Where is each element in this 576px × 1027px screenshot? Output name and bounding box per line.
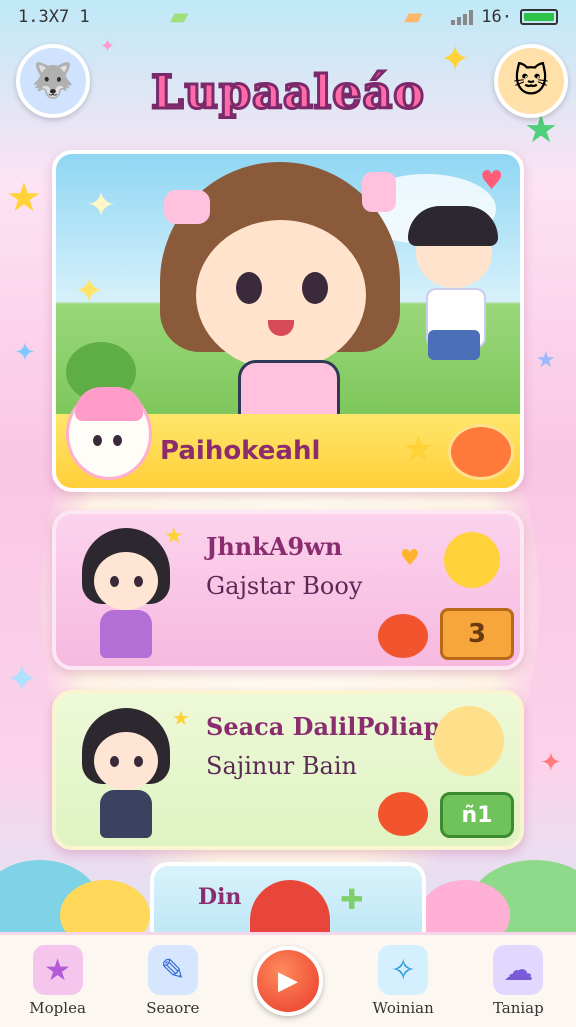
action-button[interactable]: ñ1: [440, 792, 514, 838]
star-creature-icon: ★: [32, 945, 83, 995]
star-icon: ★: [536, 348, 556, 373]
heart-icon[interactable]: ♥: [480, 168, 503, 194]
cat-ear: [362, 172, 396, 212]
quest-card[interactable]: ★ JhnkA9wn Gajstar Booy ♥ 3: [52, 510, 524, 670]
fruit-icon[interactable]: [448, 424, 514, 480]
sprout-icon: ✚: [340, 883, 364, 916]
heart-icon: ♥: [400, 546, 420, 571]
tomato-icon: [378, 792, 428, 836]
blonde-character: [434, 706, 504, 776]
tab-bar: ★ Moplea ✎ Seaore ▶ ✧ Woinian ☁ Taniap: [0, 932, 576, 1027]
game-title: Lupaaleáo: [150, 64, 426, 121]
tab-label: Taniap: [492, 999, 544, 1017]
scroll-icon: ✎: [147, 945, 198, 995]
cloud-creature-icon: ☁: [493, 945, 544, 995]
main-character: [196, 220, 366, 370]
hero-scene: ✦ ✦ ♥: [56, 154, 520, 428]
hero-label-bar: Paihokeahl ★: [56, 387, 520, 488]
card-character: [76, 528, 176, 658]
tab-label: Woinian: [372, 999, 434, 1017]
tab-seaore[interactable]: ✎ Seaore: [123, 945, 223, 1017]
sparkle-icon: ✦: [6, 657, 38, 701]
tab-taniap[interactable]: ☁ Taniap: [468, 945, 568, 1017]
tab-moplea[interactable]: ★ Moplea: [8, 945, 108, 1017]
tab-woinian[interactable]: ✧ Woinian: [353, 945, 453, 1017]
signal-icon: [451, 9, 474, 25]
status-bar: 1.3X7 1 16·: [0, 0, 576, 34]
star-icon: ★: [402, 429, 435, 470]
mushroom-house-icon: [250, 880, 330, 940]
sparkle-icon: ✦: [100, 36, 116, 57]
sparkle-icon: ★: [172, 706, 190, 730]
cupcake-mascot: [66, 387, 152, 480]
magic-wand-icon: ✧: [378, 945, 429, 995]
sparkle-icon: ★: [164, 524, 184, 549]
battery-icon: [520, 9, 558, 25]
card-character: [76, 708, 176, 838]
card-title: Seaca DalilPoliap: [206, 712, 441, 741]
card-title: JhnkA9wn: [206, 532, 343, 561]
level-badge: 3: [440, 608, 514, 660]
sparkle-icon: ✦: [540, 748, 562, 778]
tab-label: Seaore: [146, 999, 200, 1017]
tab-play[interactable]: ▶: [238, 946, 338, 1016]
sparkle-icon: ✦: [74, 271, 105, 312]
sparkle-icon: ✦: [86, 185, 117, 226]
sprout-mascot: [444, 532, 500, 588]
event-card[interactable]: ★ Seaca DalilPoliap Sajinur Bain ñ1: [52, 690, 524, 850]
sparkle-icon: ✦: [14, 338, 36, 368]
tab-label: Moplea: [29, 999, 86, 1017]
player-avatar[interactable]: 🐺: [16, 44, 90, 118]
hero-label: Paihokeahl: [160, 436, 321, 466]
peek-card[interactable]: Din ✚: [150, 862, 426, 940]
peek-label: Din: [198, 884, 242, 910]
play-icon: ▶: [252, 946, 323, 1016]
pet-avatar[interactable]: 🐱: [494, 44, 568, 118]
card-subtitle: Sajinur Bain: [206, 752, 357, 780]
network-icon: 16·: [481, 7, 512, 27]
hair-bow: [164, 190, 210, 224]
status-time: 1.3X7 1: [18, 7, 90, 27]
star-icon: ★: [6, 175, 42, 221]
tomato-icon: [378, 614, 428, 658]
card-subtitle: Gajstar Booy: [206, 572, 363, 600]
hero-card[interactable]: ✦ ✦ ♥ Paihokeahl ★: [52, 150, 524, 492]
